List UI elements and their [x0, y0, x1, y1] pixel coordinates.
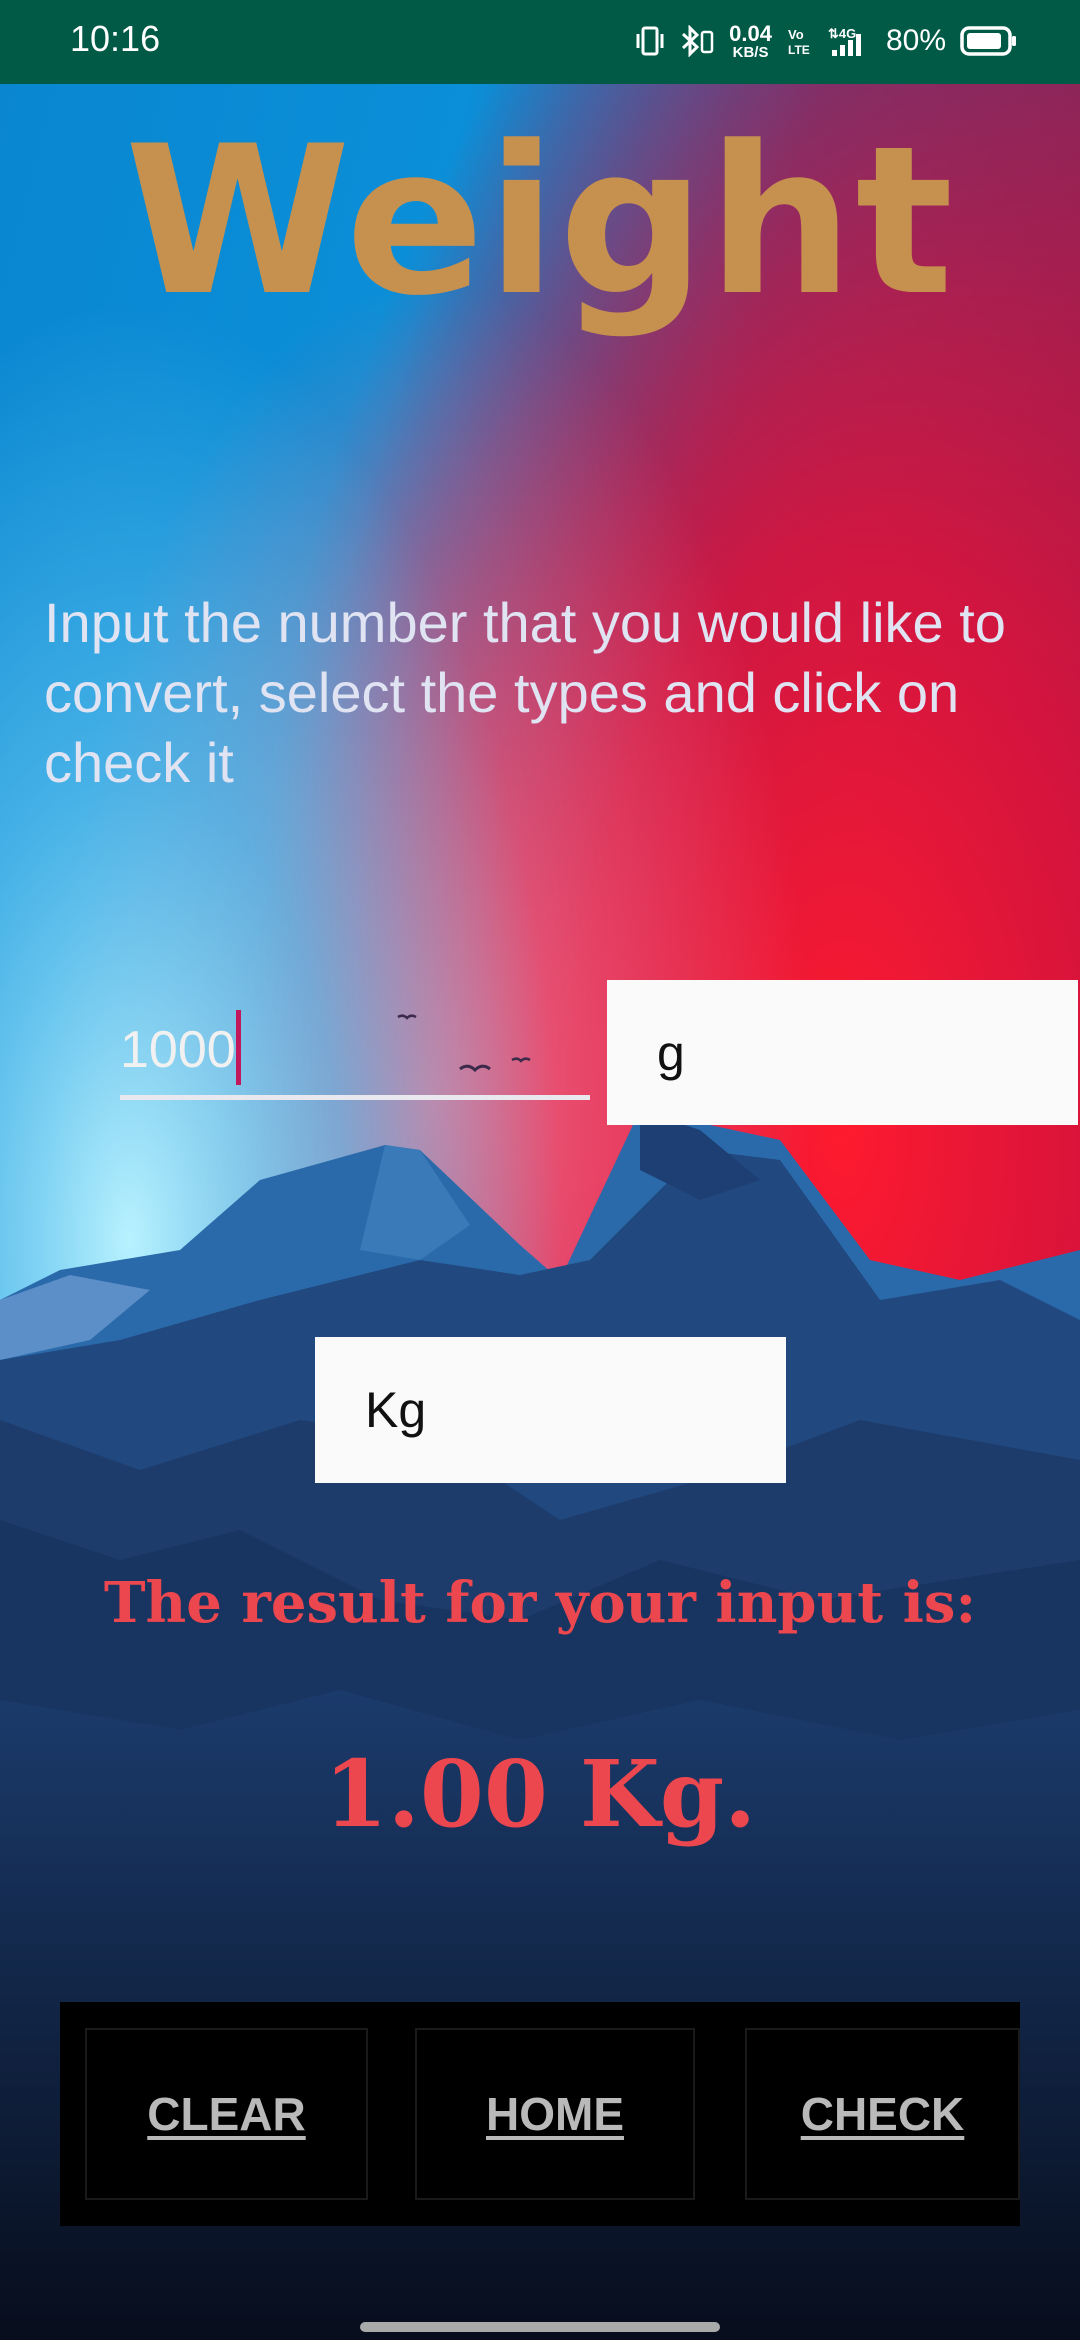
battery-icon: [960, 24, 1018, 58]
volte-icon: Vo LTE: [786, 25, 812, 57]
clear-button[interactable]: CLEAR: [85, 2028, 368, 2200]
to-unit-select[interactable]: Kg: [315, 1337, 786, 1483]
net-speed-unit: KB/S: [732, 43, 769, 61]
gesture-home-indicator[interactable]: [360, 2322, 720, 2332]
bluetooth-icon: [679, 25, 715, 57]
birds-decoration: [397, 1014, 531, 1073]
vibrate-icon: [635, 25, 665, 57]
mountain-sunset-background: [0, 0, 1080, 2340]
text-cursor: [236, 1010, 241, 1085]
net-speed-value: 0.04: [729, 20, 772, 46]
home-button[interactable]: HOME: [415, 2028, 695, 2200]
net-speed: 0.04 KB/S: [729, 20, 772, 61]
result-label: The result for your input is:: [103, 1570, 977, 1636]
status-icons: 0.04 KB/S Vo LTE ⇅4G 80%: [635, 16, 1018, 66]
instructions-text: Input the number that you would like to …: [44, 591, 1006, 794]
result-value: 1.00 Kg.: [323, 1740, 757, 1848]
check-button[interactable]: CHECK: [745, 2028, 1020, 2200]
status-time: 10:16: [70, 18, 161, 59]
from-unit-select[interactable]: g: [607, 980, 1078, 1125]
status-bar: 10:16 0.04 KB/S Vo LTE ⇅4G 80%: [0, 0, 1080, 84]
svg-text:LTE: LTE: [788, 43, 810, 57]
signal-4g-icon: ⇅4G: [826, 24, 868, 58]
button-bar: CLEAR HOME CHECK: [60, 2002, 1020, 2226]
svg-text:Vo: Vo: [788, 27, 804, 42]
svg-text:⇅4G: ⇅4G: [828, 26, 856, 41]
page-title: Weight: [124, 103, 956, 341]
battery-percent: 80%: [885, 24, 946, 57]
